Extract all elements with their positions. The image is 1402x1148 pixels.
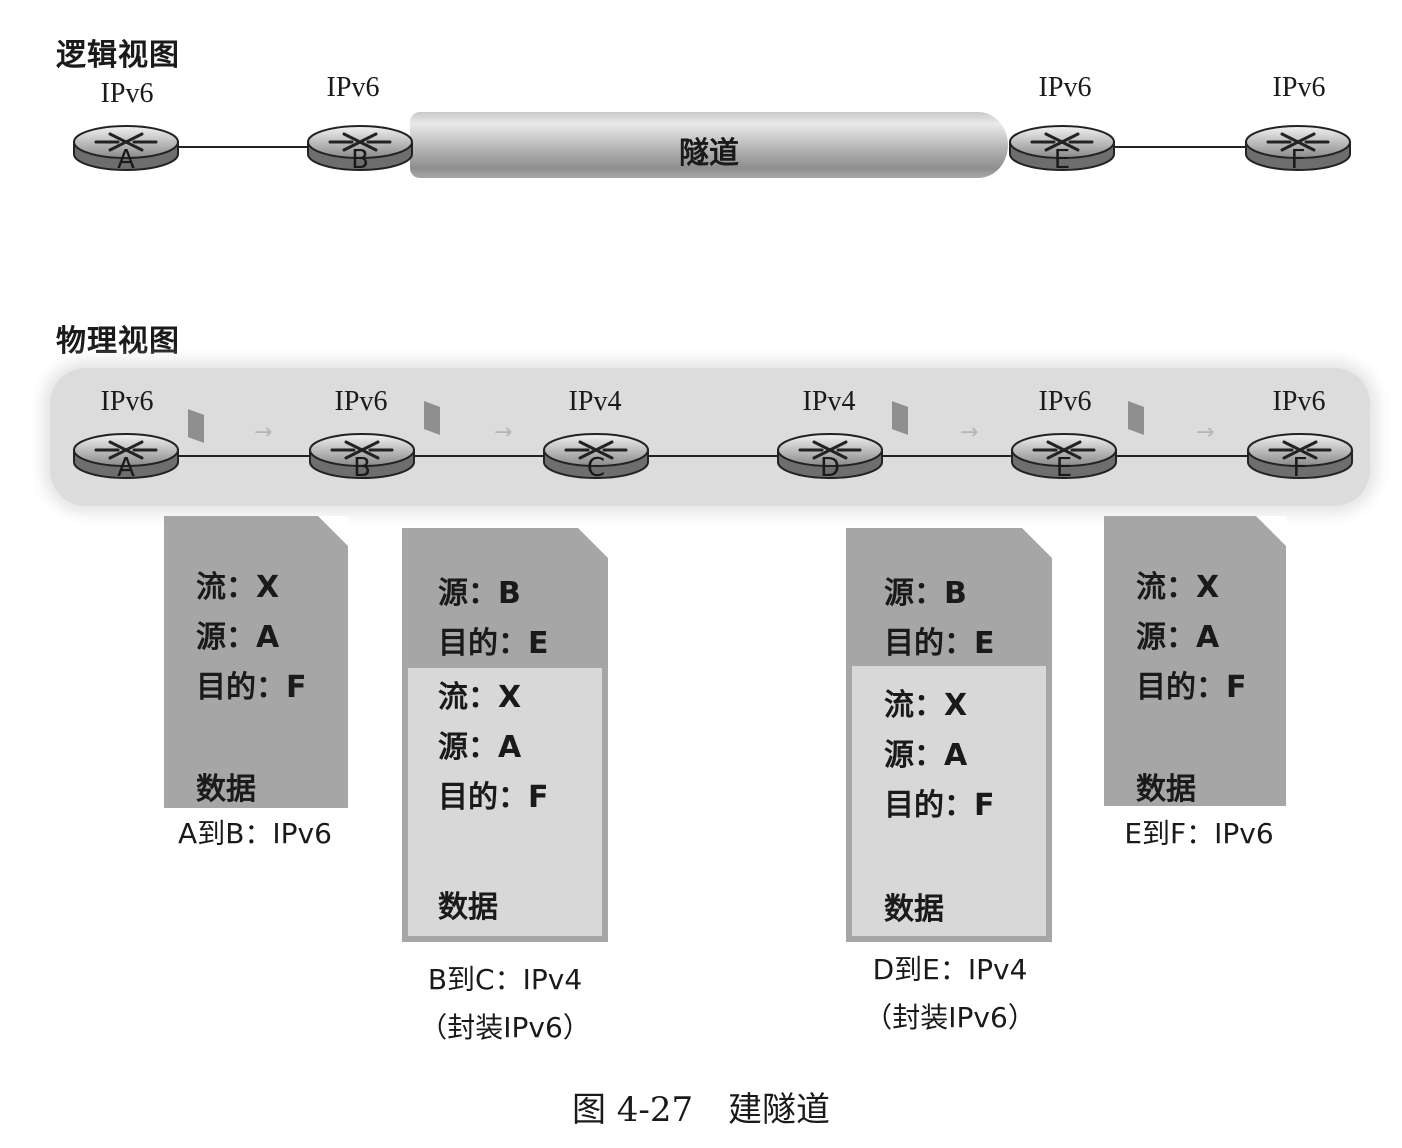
tunnel-label: 隧道 [679, 136, 739, 171]
packet-caption: （封装IPv6） [864, 1001, 1036, 1034]
packet-line: 源：B [884, 576, 967, 611]
packet-data: 数据 [438, 890, 498, 925]
physical-view-title: 物理视图 [56, 324, 180, 359]
physical-protocol-e: IPv6 [1038, 386, 1092, 417]
arrow-right-icon: → [960, 420, 979, 445]
router-label: B [353, 453, 371, 482]
packet-line: 源：A [884, 738, 968, 773]
router-label: E [1054, 145, 1070, 174]
packet-line: 流：X [196, 570, 280, 605]
figure-title: 建隧道 [728, 1090, 830, 1130]
figure-number: 图 4-27 [571, 1090, 694, 1130]
packet-flag-icon [188, 409, 204, 443]
link-e-f [1112, 146, 1248, 148]
router-icon: A [70, 122, 182, 174]
router-label: B [351, 145, 369, 174]
logical-protocol-f: IPv6 [1272, 72, 1326, 103]
packet-line: 流：X [884, 688, 968, 723]
packet-flag-icon [892, 401, 908, 435]
router-icon: A [70, 430, 182, 482]
packet-line: 源：A [1136, 620, 1220, 655]
packet-caption: B到C：IPv4 [427, 963, 583, 996]
arrow-right-icon: → [1196, 420, 1215, 445]
router-label: C [587, 453, 605, 482]
physical-protocol-a: IPv6 [100, 386, 154, 417]
arrow-right-icon: → [254, 420, 273, 445]
router-label: F [1293, 453, 1308, 482]
physical-protocol-c: IPv4 [568, 386, 622, 417]
packet-data: 数据 [1136, 772, 1196, 807]
figure-caption: 图 4-27 建隧道 [0, 1082, 1402, 1131]
packet-corner [578, 528, 608, 558]
packet-line: 源：A [438, 730, 522, 765]
router-icon: E [1006, 122, 1118, 174]
packet-line: 目的：F [196, 670, 307, 705]
packet-corner [1256, 516, 1286, 546]
physical-protocol-f: IPv6 [1272, 386, 1326, 417]
router-icon: E [1008, 430, 1120, 482]
router-icon: D [774, 430, 886, 482]
router-label: A [117, 145, 135, 174]
router-label: D [820, 453, 840, 482]
packet-line: 目的：F [884, 788, 995, 823]
logical-view-title: 逻辑视图 [56, 38, 180, 73]
packet-caption: A到B：IPv6 [178, 817, 332, 850]
packet-line: 流：X [438, 680, 522, 715]
packet-line: 源：B [438, 576, 521, 611]
packet-e-to-f [1104, 516, 1286, 806]
packet-line: 源：A [196, 620, 280, 655]
packet-corner [1022, 528, 1052, 558]
physical-protocol-d: IPv4 [802, 386, 856, 417]
logical-protocol-b: IPv6 [326, 72, 380, 103]
packet-line: 目的：F [1136, 670, 1247, 705]
router-icon: F [1244, 430, 1356, 482]
packet-caption: （封装IPv6） [419, 1011, 591, 1044]
tunnel: 隧道 [410, 112, 1008, 178]
router-icon: B [306, 430, 418, 482]
router-icon: F [1242, 122, 1354, 174]
router-label: E [1056, 453, 1072, 482]
router-label: A [117, 453, 135, 482]
arrow-right-icon: → [494, 420, 513, 445]
router-icon: B [304, 122, 416, 174]
router-label: F [1291, 145, 1306, 174]
router-icon: C [540, 430, 652, 482]
packet-line: 目的：E [884, 626, 995, 661]
physical-protocol-b: IPv6 [334, 386, 388, 417]
packet-line: 目的：F [438, 780, 549, 815]
logical-protocol-a: IPv6 [100, 78, 154, 109]
packet-data: 数据 [884, 892, 944, 927]
packet-data: 数据 [196, 772, 256, 807]
logical-protocol-e: IPv6 [1038, 72, 1092, 103]
physical-network-band [50, 368, 1370, 506]
packet-line: 流：X [1136, 570, 1220, 605]
packet-corner [318, 516, 348, 546]
packet-line: 目的：E [438, 626, 549, 661]
link-a-b [178, 146, 310, 148]
packet-flag-icon [424, 401, 440, 435]
packet-flag-icon [1128, 401, 1144, 435]
packet-caption: D到E：IPv4 [872, 953, 1028, 986]
packet-caption: E到F：IPv6 [1124, 817, 1274, 850]
